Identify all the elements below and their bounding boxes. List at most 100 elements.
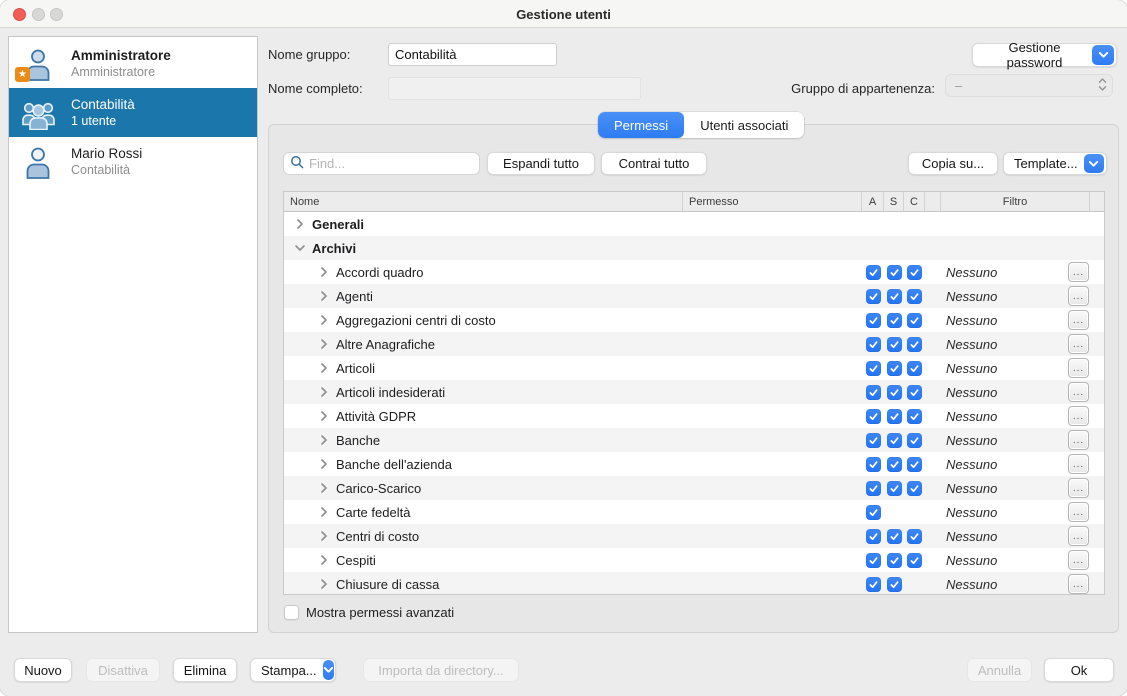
permission-checkbox-a[interactable] (866, 313, 881, 328)
nome-gruppo-input[interactable] (388, 43, 557, 66)
permission-checkbox-s[interactable] (887, 529, 902, 544)
permission-checkbox-a[interactable] (866, 529, 881, 544)
permission-checkbox-c[interactable] (907, 289, 922, 304)
nuovo-button[interactable]: Nuovo (14, 658, 72, 682)
table-row-altre-anagrafiche[interactable]: Altre AnagraficheNessuno... (284, 332, 1104, 356)
tab-permessi[interactable]: Permessi (598, 112, 684, 138)
permission-checkbox-a[interactable] (866, 577, 881, 592)
chevron-right-icon[interactable] (317, 578, 331, 590)
chevron-right-icon[interactable] (317, 530, 331, 542)
filter-options-button[interactable]: ... (1068, 334, 1089, 354)
mostra-permessi-avanzati-checkbox[interactable] (284, 605, 299, 620)
permission-checkbox-c[interactable] (907, 385, 922, 400)
table-row-carico-scarico[interactable]: Carico-ScaricoNessuno... (284, 476, 1104, 500)
gestione-password-button[interactable]: Gestione password (972, 43, 1117, 67)
table-row-cespiti[interactable]: CespitiNessuno... (284, 548, 1104, 572)
permission-checkbox-s[interactable] (887, 265, 902, 280)
filter-options-button[interactable]: ... (1068, 574, 1089, 594)
chevron-right-icon[interactable] (317, 338, 331, 350)
table-row-carte-fedelt[interactable]: Carte fedeltàNessuno... (284, 500, 1104, 524)
filter-options-button[interactable]: ... (1068, 478, 1089, 498)
chevron-right-icon[interactable] (317, 458, 331, 470)
chevron-right-icon[interactable] (317, 386, 331, 398)
chevron-right-icon[interactable] (317, 482, 331, 494)
table-row-centri-di-costo[interactable]: Centri di costoNessuno... (284, 524, 1104, 548)
search-input[interactable] (309, 156, 485, 171)
permission-checkbox-s[interactable] (887, 289, 902, 304)
sidebar-item-amministratore[interactable]: ★AmministratoreAmministratore (9, 39, 257, 88)
table-row-attivit-gdpr[interactable]: Attività GDPRNessuno... (284, 404, 1104, 428)
filter-options-button[interactable]: ... (1068, 262, 1089, 282)
table-row-articoli[interactable]: ArticoliNessuno... (284, 356, 1104, 380)
permission-checkbox-s[interactable] (887, 385, 902, 400)
permission-checkbox-c[interactable] (907, 361, 922, 376)
filter-options-button[interactable]: ... (1068, 526, 1089, 546)
sidebar-item-contabilit[interactable]: Contabilità1 utente (9, 88, 257, 137)
copia-su-button[interactable]: Copia su... (908, 152, 998, 175)
filter-options-button[interactable]: ... (1068, 502, 1089, 522)
permission-checkbox-a[interactable] (866, 361, 881, 376)
filter-options-button[interactable]: ... (1068, 430, 1089, 450)
permission-checkbox-a[interactable] (866, 337, 881, 352)
permission-checkbox-s[interactable] (887, 361, 902, 376)
permission-checkbox-s[interactable] (887, 433, 902, 448)
permission-checkbox-c[interactable] (907, 265, 922, 280)
permission-checkbox-s[interactable] (887, 409, 902, 424)
filter-options-button[interactable]: ... (1068, 382, 1089, 402)
chevron-right-icon[interactable] (317, 506, 331, 518)
permission-checkbox-a[interactable] (866, 481, 881, 496)
permission-checkbox-a[interactable] (866, 265, 881, 280)
table-row-aggregazioni-centri-di-costo[interactable]: Aggregazioni centri di costoNessuno... (284, 308, 1104, 332)
chevron-right-icon[interactable] (317, 410, 331, 422)
search-field[interactable] (283, 152, 480, 175)
ok-button[interactable]: Ok (1044, 658, 1114, 682)
stampa-button[interactable]: Stampa... (250, 658, 336, 682)
espandi-tutto-button[interactable]: Espandi tutto (487, 152, 595, 175)
table-row-accordi-quadro[interactable]: Accordi quadroNessuno... (284, 260, 1104, 284)
permission-checkbox-a[interactable] (866, 457, 881, 472)
permission-checkbox-s[interactable] (887, 457, 902, 472)
chevron-right-icon[interactable] (317, 362, 331, 374)
table-row-chiusure-di-cassa[interactable]: Chiusure di cassaNessuno... (284, 572, 1104, 595)
filter-options-button[interactable]: ... (1068, 310, 1089, 330)
filter-options-button[interactable]: ... (1068, 286, 1089, 306)
tab-utenti-associati[interactable]: Utenti associati (684, 112, 804, 138)
permission-checkbox-c[interactable] (907, 457, 922, 472)
permission-checkbox-a[interactable] (866, 385, 881, 400)
template-button[interactable]: Template... (1003, 152, 1107, 175)
permission-checkbox-c[interactable] (907, 481, 922, 496)
permission-checkbox-c[interactable] (907, 409, 922, 424)
contrai-tutto-button[interactable]: Contrai tutto (601, 152, 707, 175)
table-row-articoli-indesiderati[interactable]: Articoli indesideratiNessuno... (284, 380, 1104, 404)
permission-checkbox-s[interactable] (887, 313, 902, 328)
chevron-right-icon[interactable] (317, 434, 331, 446)
permission-checkbox-c[interactable] (907, 433, 922, 448)
permission-checkbox-c[interactable] (907, 529, 922, 544)
table-row-banche-dell-azienda[interactable]: Banche dell'aziendaNessuno... (284, 452, 1104, 476)
permission-checkbox-c[interactable] (907, 337, 922, 352)
permission-checkbox-s[interactable] (887, 481, 902, 496)
permission-checkbox-s[interactable] (887, 337, 902, 352)
sidebar-item-mario-rossi[interactable]: Mario RossiContabilità (9, 137, 257, 186)
permission-checkbox-a[interactable] (866, 505, 881, 520)
permission-checkbox-a[interactable] (866, 553, 881, 568)
permission-checkbox-a[interactable] (866, 289, 881, 304)
permission-checkbox-s[interactable] (887, 577, 902, 592)
filter-options-button[interactable]: ... (1068, 550, 1089, 570)
chevron-right-icon[interactable] (317, 554, 331, 566)
chevron-right-icon[interactable] (293, 218, 307, 230)
chevron-down-icon[interactable] (293, 244, 307, 252)
table-row-archivi[interactable]: Archivi (284, 236, 1104, 260)
filter-options-button[interactable]: ... (1068, 358, 1089, 378)
chevron-right-icon[interactable] (317, 266, 331, 278)
table-row-generali[interactable]: Generali (284, 212, 1104, 236)
filter-options-button[interactable]: ... (1068, 406, 1089, 426)
filter-options-button[interactable]: ... (1068, 454, 1089, 474)
chevron-right-icon[interactable] (317, 314, 331, 326)
permission-checkbox-c[interactable] (907, 313, 922, 328)
table-row-banche[interactable]: BancheNessuno... (284, 428, 1104, 452)
permission-checkbox-s[interactable] (887, 553, 902, 568)
table-row-agenti[interactable]: AgentiNessuno... (284, 284, 1104, 308)
elimina-button[interactable]: Elimina (173, 658, 237, 682)
chevron-right-icon[interactable] (317, 290, 331, 302)
